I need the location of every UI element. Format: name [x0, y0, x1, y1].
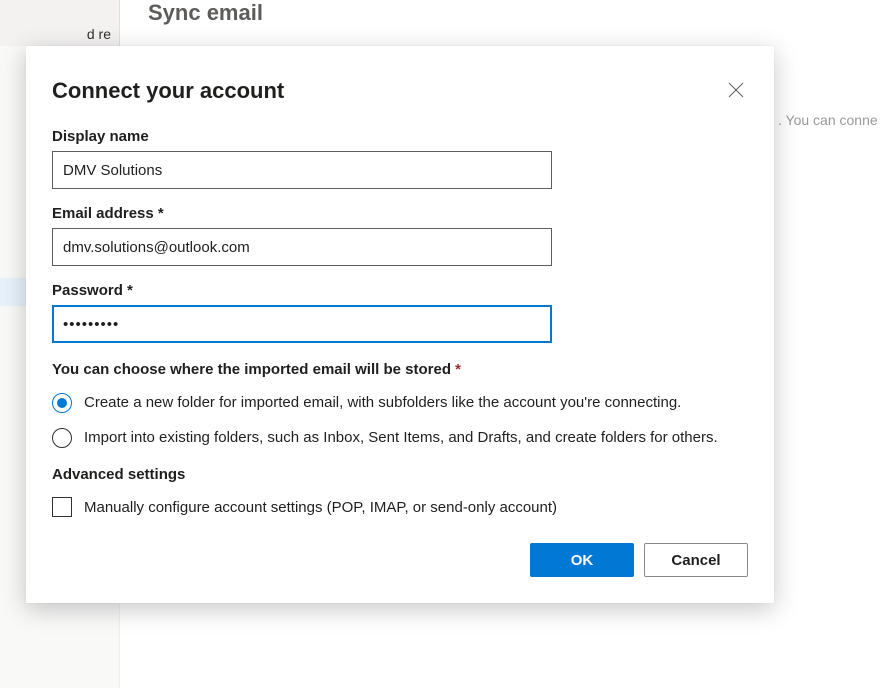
ok-button[interactable]: OK	[530, 543, 634, 577]
modal-title: Connect your account	[52, 78, 284, 104]
password-label: Password *	[52, 282, 748, 299]
password-input[interactable]	[52, 305, 552, 343]
display-name-input[interactable]	[52, 151, 552, 189]
sidebar-item[interactable]: d re	[0, 20, 119, 48]
manual-config-option[interactable]: Manually configure account settings (POP…	[52, 497, 748, 517]
email-input[interactable]	[52, 228, 552, 266]
radio-label: Create a new folder for imported email, …	[84, 392, 681, 413]
storage-option-existing-folders[interactable]: Import into existing folders, such as In…	[52, 427, 748, 448]
required-star: *	[455, 361, 461, 378]
page-title: Sync email	[148, 0, 263, 26]
cancel-button[interactable]: Cancel	[644, 543, 748, 577]
radio-label: Import into existing folders, such as In…	[84, 427, 718, 448]
checkbox-label: Manually configure account settings (POP…	[84, 499, 557, 516]
storage-section-label: You can choose where the imported email …	[52, 361, 748, 378]
radio-button[interactable]	[52, 428, 72, 448]
required-star: *	[127, 282, 133, 299]
radio-button[interactable]	[52, 393, 72, 413]
required-star: *	[158, 205, 164, 222]
display-name-label: Display name	[52, 128, 748, 145]
connect-account-modal: Connect your account Display name Email …	[26, 46, 774, 603]
checkbox[interactable]	[52, 497, 72, 517]
storage-option-new-folder[interactable]: Create a new folder for imported email, …	[52, 392, 748, 413]
email-label: Email address *	[52, 205, 748, 222]
radio-dot-icon	[57, 398, 67, 408]
advanced-settings-label: Advanced settings	[52, 466, 748, 483]
close-icon	[728, 82, 744, 98]
close-button[interactable]	[724, 78, 748, 102]
